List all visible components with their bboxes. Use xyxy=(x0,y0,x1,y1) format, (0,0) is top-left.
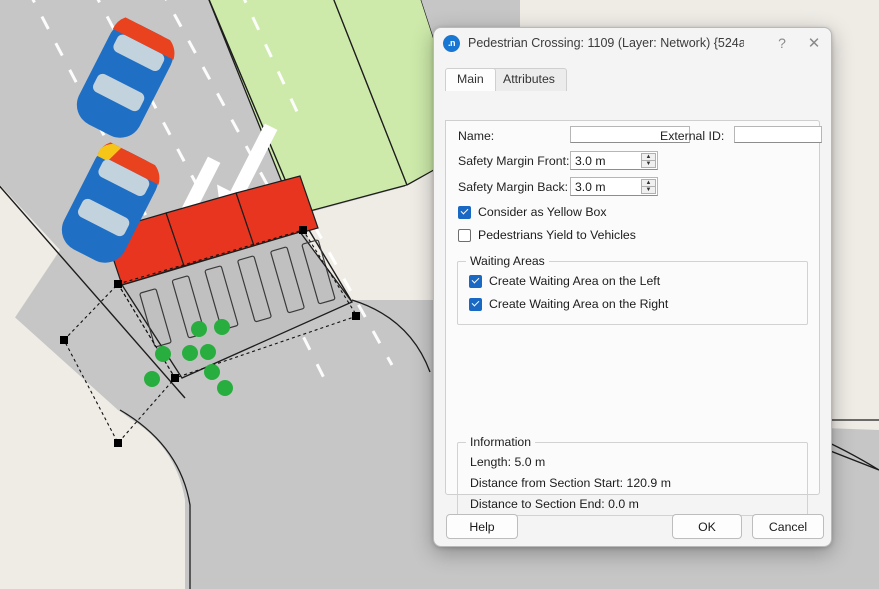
checkbox-icon[interactable] xyxy=(469,275,482,288)
safety-margin-back-stepper[interactable]: 3.0 m ▲ ▼ xyxy=(570,177,658,196)
safety-margin-front-stepper[interactable]: 3.0 m ▲ ▼ xyxy=(570,151,658,170)
spinner-down-icon[interactable]: ▼ xyxy=(641,160,656,168)
safety-margin-back-row: Safety Margin Back: xyxy=(458,180,568,194)
spinner-down-icon[interactable]: ▼ xyxy=(641,186,656,194)
checkbox-label: Consider as Yellow Box xyxy=(478,205,607,219)
checkbox-icon[interactable] xyxy=(469,298,482,311)
spinner-up-icon[interactable]: ▲ xyxy=(641,179,656,186)
checkbox-consider-as-yellow-box[interactable]: Consider as Yellow Box xyxy=(458,205,607,219)
help-button[interactable]: Help xyxy=(446,514,518,539)
name-row: Name: xyxy=(458,129,494,143)
safety-margin-back-label: Safety Margin Back: xyxy=(458,180,568,194)
tab-bar: Main Attributes xyxy=(445,68,831,90)
waiting-areas-title: Waiting Areas xyxy=(466,254,549,268)
checkbox-create-waiting-area-right[interactable]: Create Waiting Area on the Right xyxy=(469,297,668,311)
safety-margin-front-spinner-buttons[interactable]: ▲ ▼ xyxy=(641,153,656,168)
checkbox-label: Pedestrians Yield to Vehicles xyxy=(478,228,636,242)
checkbox-label: Create Waiting Area on the Left xyxy=(489,274,660,288)
external-id-label: External ID: xyxy=(660,129,724,143)
safety-margin-back-spinner-buttons[interactable]: ▲ ▼ xyxy=(641,179,656,194)
checkbox-label: Create Waiting Area on the Right xyxy=(489,297,668,311)
checkbox-pedestrians-yield-to-vehicles[interactable]: Pedestrians Yield to Vehicles xyxy=(458,228,636,242)
name-label: Name: xyxy=(458,129,494,143)
information-group: Information Length: 5.0 m Distance from … xyxy=(457,442,808,516)
dialog-titlebar[interactable]: .n Pedestrian Crossing: 1109 (Layer: Net… xyxy=(434,28,831,58)
close-icon[interactable]: ✕ xyxy=(799,28,829,58)
tab-attributes[interactable]: Attributes xyxy=(491,68,567,91)
tab-main[interactable]: Main xyxy=(445,68,496,91)
information-line-length: Length: 5.0 m xyxy=(470,455,545,469)
information-line-distance-to-end: Distance to Section End: 0.0 m xyxy=(470,497,639,511)
help-icon[interactable]: ? xyxy=(767,28,797,58)
information-line-distance-from-start: Distance from Section Start: 120.9 m xyxy=(470,476,671,490)
waiting-areas-group: Waiting Areas Create Waiting Area on the… xyxy=(457,261,808,325)
safety-margin-front-row: Safety Margin Front: xyxy=(458,154,569,168)
external-id-row: External ID: xyxy=(660,129,724,143)
checkbox-icon[interactable] xyxy=(458,206,471,219)
ok-button[interactable]: OK xyxy=(672,514,742,539)
information-title: Information xyxy=(466,435,535,449)
pedestrian-crossing-dialog[interactable]: .n Pedestrian Crossing: 1109 (Layer: Net… xyxy=(433,27,832,547)
safety-margin-front-label: Safety Margin Front: xyxy=(458,154,569,168)
checkbox-icon[interactable] xyxy=(458,229,471,242)
checkbox-create-waiting-area-left[interactable]: Create Waiting Area on the Left xyxy=(469,274,660,288)
safety-margin-front-value: 3.0 m xyxy=(571,154,605,168)
external-id-input[interactable] xyxy=(734,126,822,143)
cancel-button[interactable]: Cancel xyxy=(752,514,824,539)
dialog-title: Pedestrian Crossing: 1109 (Layer: Networ… xyxy=(468,36,744,50)
safety-margin-back-value: 3.0 m xyxy=(571,180,605,194)
spinner-up-icon[interactable]: ▲ xyxy=(641,153,656,160)
main-tab-panel: Name: External ID: Safety Margin Front: … xyxy=(445,120,820,495)
app-icon: .n xyxy=(443,35,460,52)
